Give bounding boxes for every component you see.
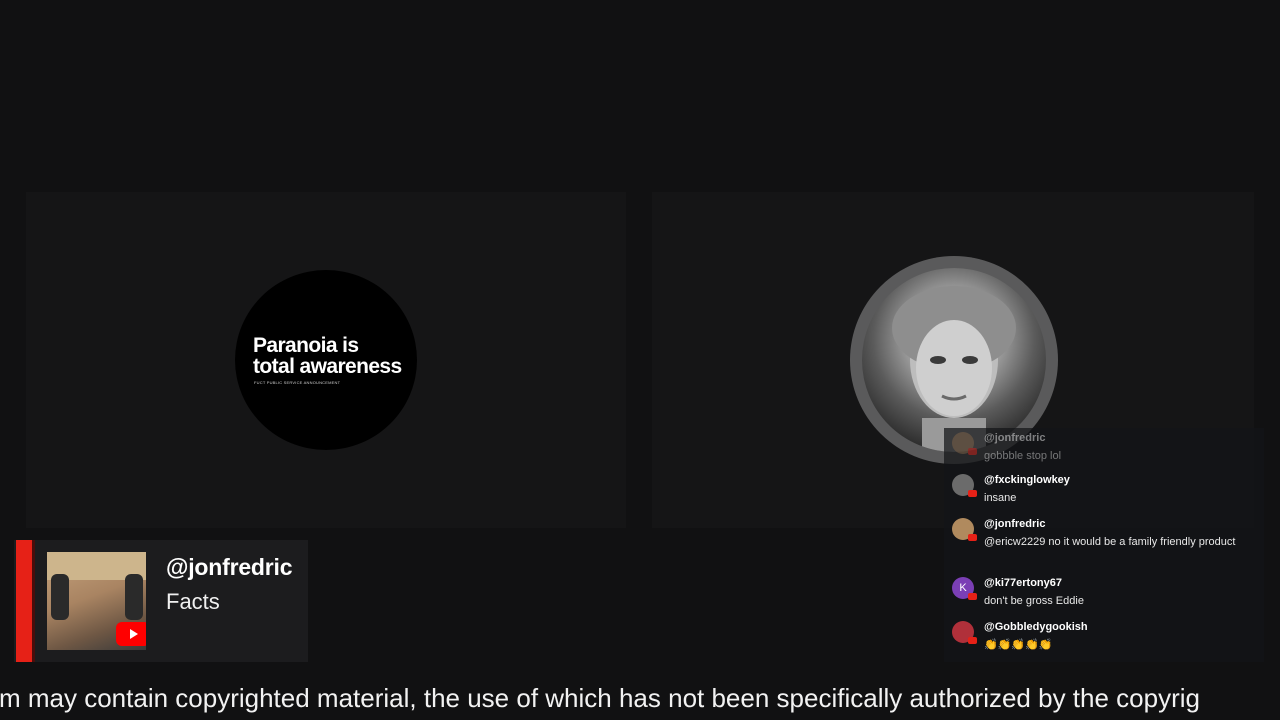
accent-bar-shadow [32,540,35,662]
chat-avatar [952,621,977,644]
chat-author: @fxckinglowkey [984,474,1070,486]
host-handle: @jonfredric [166,554,293,580]
youtube-badge-icon [968,490,977,497]
chat-avatar [952,474,977,497]
chat-author: @Gobbledygookish [984,621,1088,633]
chat-text: gobbble stop lol [984,450,1062,462]
headphone-left [51,574,69,620]
avatar-text-line2: total awareness [253,355,402,378]
avatar-text-line1: Paranoia is [253,334,359,357]
youtube-badge-icon [968,637,977,644]
youtube-badge-icon [968,593,977,600]
chat-avatar: K [952,577,977,600]
participant-panel-left: Paranoia is total awareness FUCT PUBLIC … [26,192,626,528]
ticker-text: m may contain copyrighted material, the … [0,683,1200,713]
chat-author: @jonfredric [984,518,1046,530]
chat-message: @jonfredric @ericw2229 no it would be a … [952,518,1252,568]
participant-avatar-right [862,268,1046,452]
disclaimer-ticker: m may contain copyrighted material, the … [0,680,1280,720]
youtube-badge-icon [968,534,977,541]
youtube-badge-icon [968,448,977,455]
chat-message: @jonfredric gobbble stop lol [952,432,1252,468]
chat-text: @ericw2229 no it would be a family frien… [984,536,1236,548]
accent-bar [16,540,32,662]
chat-avatar-letter: K [959,582,967,594]
avatar-tiny-text: FUCT PUBLIC SERVICE ANNOUNCEMENT [254,380,341,385]
live-chat-overlay: @jonfredric gobbble stop lol @fxckinglow… [944,428,1264,662]
host-photo [47,552,146,650]
chat-text: insane [984,492,1017,504]
chat-message: K @ki77ertony67 don't be gross Eddie [952,577,1252,613]
chat-message: @Gobbledygookish 👏👏👏👏👏 [952,621,1252,657]
youtube-logo-icon [116,622,146,646]
stream-stage: Paranoia is total awareness FUCT PUBLIC … [0,0,1280,720]
chat-message: @fxckinglowkey insane [952,474,1252,510]
headphone-right [125,574,143,620]
participant-avatar-left: Paranoia is total awareness FUCT PUBLIC … [235,270,417,450]
chat-author: @ki77ertony67 [984,577,1062,589]
chat-avatar [952,518,977,541]
chat-avatar [952,432,977,455]
chat-text: don't be gross Eddie [984,595,1084,607]
chat-text: 👏👏👏👏👏 [984,639,1053,651]
host-subtitle: Facts [166,589,220,614]
lower-third-banner: @jonfredric Facts [14,540,308,662]
portrait-image [892,286,1016,452]
chat-author: @jonfredric [984,432,1046,444]
